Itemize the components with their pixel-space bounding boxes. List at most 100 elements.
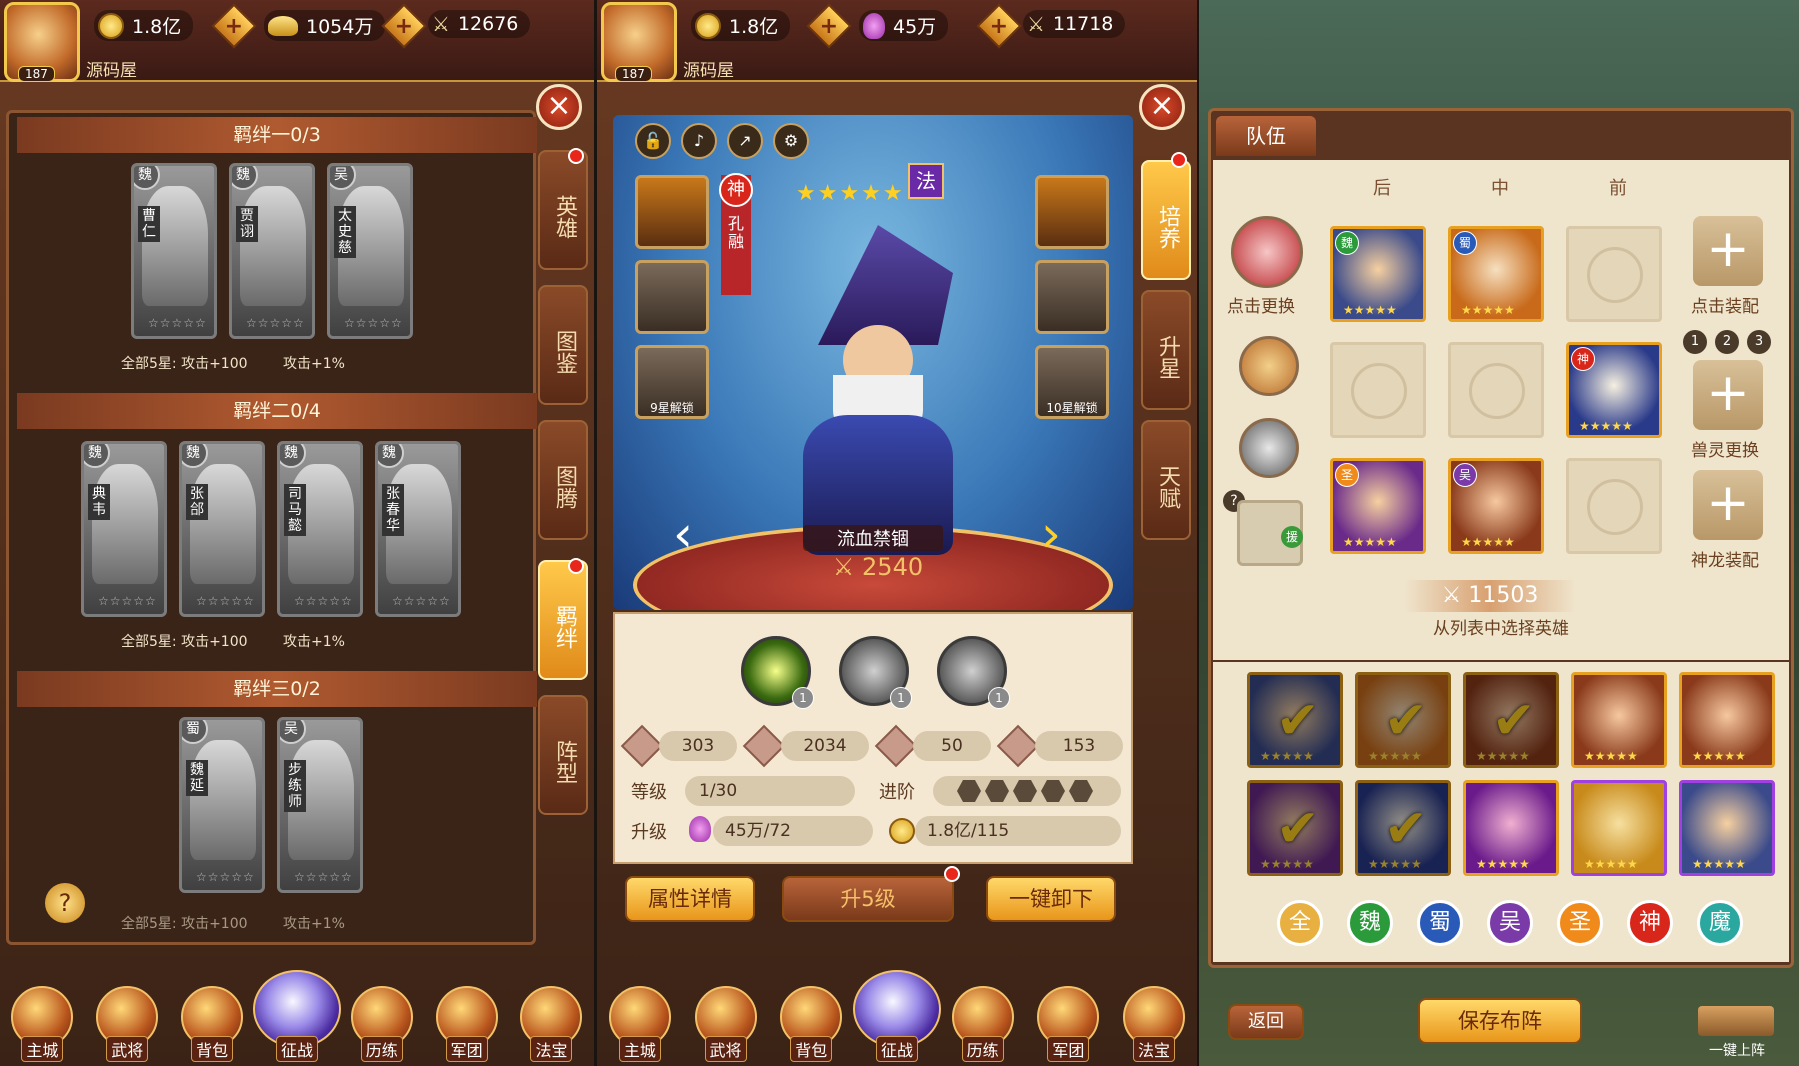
save-formation-button[interactable]: 保存布阵	[1418, 998, 1582, 1044]
hero-card[interactable]: 贾诩 ☆☆☆☆☆ 魏	[229, 163, 315, 339]
formation-hero[interactable]: 圣 ★★★★★	[1330, 458, 1426, 554]
formation-swap-icon[interactable]	[1231, 216, 1303, 288]
nav-backpack[interactable]: 背包	[776, 970, 846, 1062]
filter-saint[interactable]: 圣	[1557, 900, 1603, 946]
nav-generals[interactable]: 武将	[92, 970, 162, 1062]
sound-icon[interactable]: ♪	[681, 123, 717, 159]
formation-hero[interactable]: 魏 ★★★★★	[1330, 226, 1426, 322]
hero-card[interactable]: 张春华 ☆☆☆☆☆ 魏	[375, 441, 461, 617]
close-button[interactable]: ×	[1139, 84, 1185, 130]
potion-value: 45万	[893, 16, 937, 38]
empty-slot[interactable]	[1330, 342, 1426, 438]
roster-hero[interactable]: ✔ ★★★★★	[1463, 672, 1559, 768]
nav-campaign[interactable]: 征战	[852, 970, 941, 1062]
hero-card[interactable]: 张郃 ☆☆☆☆☆ 魏	[179, 441, 265, 617]
tab-codex[interactable]: 图鉴	[538, 285, 588, 405]
bond-title: 羁绊二0/4	[17, 393, 537, 429]
nav-generals[interactable]: 武将	[691, 970, 761, 1062]
back-button[interactable]: 返回	[1228, 1004, 1304, 1040]
mount-slot[interactable]	[1035, 260, 1109, 334]
nav-backpack[interactable]: 背包	[177, 970, 247, 1062]
page-1[interactable]: 1	[1683, 330, 1707, 354]
tab-totem[interactable]: 图腾	[538, 420, 588, 540]
hero-card[interactable]: 太史慈 ☆☆☆☆☆ 吴	[327, 163, 413, 339]
hero-figure[interactable]	[763, 225, 983, 555]
hero-card[interactable]: 步练师 ☆☆☆☆☆ 吴	[277, 717, 363, 893]
nav-legion[interactable]: 军团	[432, 970, 502, 1062]
roster-hero[interactable]: ✔ ★★★★★	[1247, 780, 1343, 876]
equip-add-button[interactable]: +	[1693, 216, 1763, 286]
formation-hero[interactable]: 蜀 ★★★★★	[1448, 226, 1544, 322]
roster-hero[interactable]: ✔ ★★★★★	[1355, 672, 1451, 768]
share-icon[interactable]: ↗	[727, 123, 763, 159]
nav-treasure[interactable]: 法宝	[516, 970, 586, 1062]
dragon-add-button[interactable]: +	[1693, 470, 1763, 540]
armor-slot[interactable]	[1035, 175, 1109, 249]
locked-slot[interactable]: 9星解锁	[635, 345, 709, 419]
nav-legion[interactable]: 军团	[1033, 970, 1103, 1062]
gem-icon[interactable]	[1239, 336, 1299, 396]
next-hero-arrow[interactable]: ›	[1041, 505, 1061, 563]
attribute-detail-button[interactable]: 属性详情	[625, 876, 755, 922]
nav-main-city[interactable]: 主城	[605, 970, 675, 1062]
filter-wei[interactable]: 魏	[1347, 900, 1393, 946]
add-ingot-button[interactable]: +	[381, 3, 427, 49]
roster-hero[interactable]: ★★★★★	[1463, 780, 1559, 876]
swirl-icon[interactable]	[1239, 418, 1299, 478]
filter-god[interactable]: 神	[1627, 900, 1673, 946]
roster-hero[interactable]: ★★★★★	[1571, 780, 1667, 876]
add-coin-button[interactable]: +	[211, 3, 257, 49]
tab-talent[interactable]: 天赋	[1141, 420, 1191, 540]
nav-training[interactable]: 历练	[948, 970, 1018, 1062]
lock-icon[interactable]: 🔓	[635, 123, 671, 159]
weapon-slot[interactable]	[635, 175, 709, 249]
formation-hero[interactable]: 吴 ★★★★★	[1448, 458, 1544, 554]
upgrade-button[interactable]: 升5级	[782, 876, 954, 922]
tab-hero[interactable]: 英雄	[538, 150, 588, 270]
tab-star-up[interactable]: 升星	[1141, 290, 1191, 410]
empty-slot[interactable]	[1566, 458, 1662, 554]
boots-slot[interactable]	[635, 260, 709, 334]
help-button[interactable]: ?	[45, 883, 85, 923]
beast-add-button[interactable]: +	[1693, 360, 1763, 430]
roster-hero[interactable]: ★★★★★	[1679, 780, 1775, 876]
skill-3[interactable]: 1	[937, 636, 1010, 709]
prev-hero-arrow[interactable]: ‹	[673, 505, 693, 563]
tab-formation[interactable]: 阵型	[538, 695, 588, 815]
tab-bond[interactable]: 羁绊	[538, 560, 588, 680]
page-3[interactable]: 3	[1747, 330, 1771, 354]
hero-card[interactable]: 魏延 ☆☆☆☆☆ 蜀	[179, 717, 265, 893]
auto-deploy-icon[interactable]	[1698, 1006, 1774, 1036]
settings-icon[interactable]: ⚙	[773, 123, 809, 159]
filter-demon[interactable]: 魔	[1697, 900, 1743, 946]
filter-wu[interactable]: 吴	[1487, 900, 1533, 946]
add-coin-button[interactable]: +	[806, 3, 852, 49]
nav-campaign[interactable]: 征战	[252, 970, 341, 1062]
crossed-swords-icon: ⚔	[1027, 12, 1045, 36]
weapon-name: 流血禁锢	[803, 525, 943, 551]
hero-card[interactable]: 典韦 ☆☆☆☆☆ 魏	[81, 441, 167, 617]
formation-hero[interactable]: 神 ★★★★★	[1566, 342, 1662, 438]
tab-team[interactable]: 队伍	[1216, 116, 1316, 156]
roster-hero[interactable]: ★★★★★	[1679, 672, 1775, 768]
locked-slot[interactable]: 10星解锁	[1035, 345, 1109, 419]
roster-hero[interactable]: ✔ ★★★★★	[1247, 672, 1343, 768]
empty-slot[interactable]	[1566, 226, 1662, 322]
nav-treasure[interactable]: 法宝	[1119, 970, 1189, 1062]
roster-hero[interactable]: ★★★★★	[1571, 672, 1667, 768]
page-2[interactable]: 2	[1715, 330, 1739, 354]
skill-1[interactable]: 1	[741, 636, 814, 709]
hero-card[interactable]: 司马懿 ☆☆☆☆☆ 魏	[277, 441, 363, 617]
skill-2[interactable]: 1	[839, 636, 912, 709]
nav-main-city[interactable]: 主城	[7, 970, 77, 1062]
nav-training[interactable]: 历练	[347, 970, 417, 1062]
empty-slot[interactable]	[1448, 342, 1544, 438]
unequip-all-button[interactable]: 一键卸下	[986, 876, 1116, 922]
filter-all[interactable]: 全	[1277, 900, 1323, 946]
tab-train[interactable]: 培养	[1141, 160, 1191, 280]
filter-shu[interactable]: 蜀	[1417, 900, 1463, 946]
add-potion-button[interactable]: +	[976, 3, 1022, 49]
close-button[interactable]: ×	[536, 84, 582, 130]
hero-card[interactable]: 曹仁 ☆☆☆☆☆ 魏	[131, 163, 217, 339]
roster-hero[interactable]: ✔ ★★★★★	[1355, 780, 1451, 876]
